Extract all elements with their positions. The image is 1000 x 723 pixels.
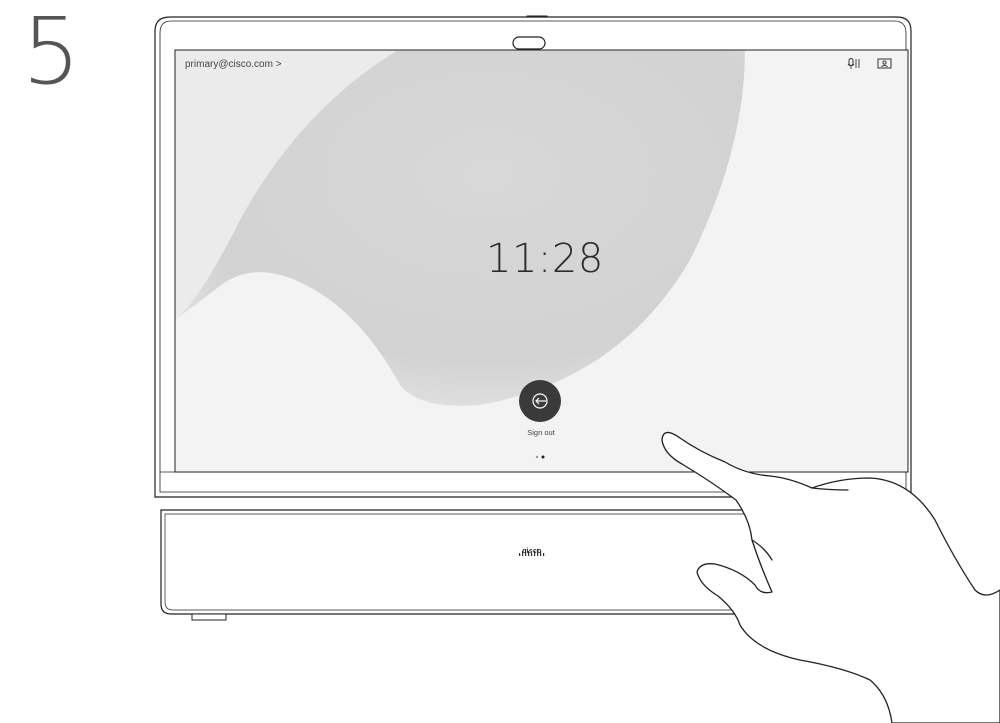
camera-icon xyxy=(512,36,546,50)
cisco-wordmark: cisco xyxy=(522,548,542,555)
page-dot-1 xyxy=(535,455,539,459)
account-link[interactable]: primary@cisco.com > xyxy=(185,59,282,70)
sign-out-label: Sign out xyxy=(527,428,555,437)
page-dot-2 xyxy=(541,455,545,459)
sign-out-button[interactable] xyxy=(519,380,561,422)
device-illustration xyxy=(154,15,1000,723)
sign-out-icon xyxy=(532,393,548,409)
clock: 11:28 xyxy=(486,236,604,282)
screen-icon[interactable] xyxy=(877,58,892,70)
mic-icon[interactable] xyxy=(847,58,861,70)
